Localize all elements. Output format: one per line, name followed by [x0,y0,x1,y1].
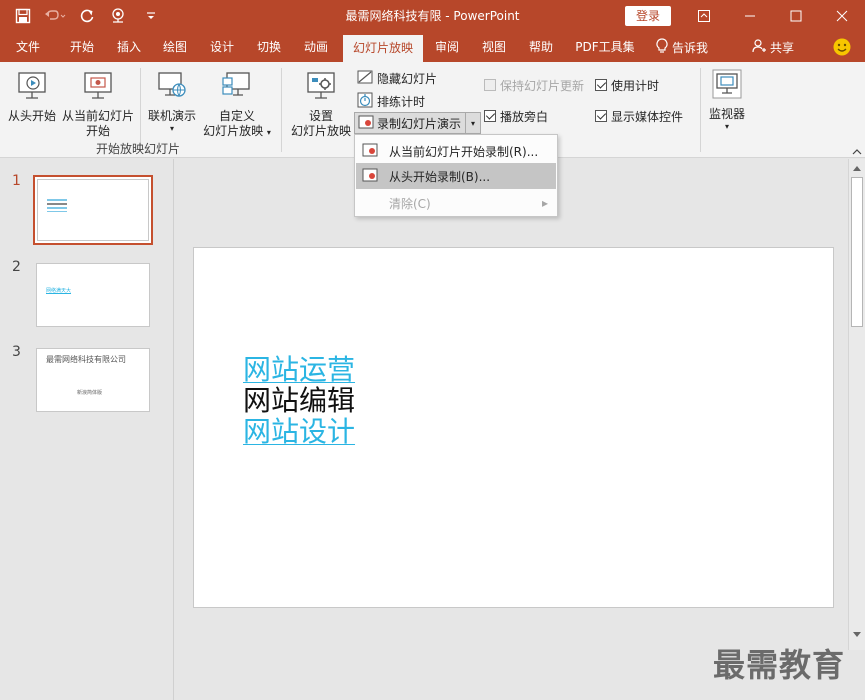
window-controls [681,0,865,32]
login-button[interactable]: 登录 [625,6,671,26]
monitor-icon [704,68,750,104]
tab-home[interactable]: 开始 [60,32,104,62]
custom-slideshow-icon [200,70,274,106]
record-icon [358,115,374,132]
chevron-down-icon: ▾ [169,124,174,133]
tab-view[interactable]: 视图 [472,32,516,62]
record-dropdown-menu: 从当前幻灯片开始录制(R)... 从头开始录制(B)... 清除(C) ▸ [354,134,558,217]
tab-transitions[interactable]: 切换 [247,32,291,62]
online-present-icon [143,70,201,106]
scroll-up-arrow-icon[interactable] [851,162,863,174]
online-present-button[interactable]: 联机演示 ▾ [143,70,201,134]
checkbox-box [595,79,607,91]
collapse-ribbon-icon[interactable] [850,146,864,158]
record-dropdown-arrow[interactable]: ▾ [466,113,480,133]
current-slide-canvas[interactable]: 网站运营 网站编辑 网站设计 [193,247,834,608]
thumb-text-lines [47,199,69,212]
slideshow-current-icon [60,70,136,106]
tab-pdf-tools[interactable]: PDF工具集 [569,32,641,62]
slide-number: 2 [12,259,21,275]
slide-thumbnail-2[interactable]: 网络满天大 [36,263,150,327]
tab-review[interactable]: 审阅 [425,32,469,62]
quick-access-toolbar [10,0,164,32]
customize-toolbar-icon[interactable] [138,3,164,29]
use-timings-checkbox[interactable]: 使用计时 [595,75,659,95]
checkbox-box [484,79,496,91]
record-from-current-item[interactable]: 从当前幻灯片开始录制(R)... [356,138,556,164]
watermark: 最需教育 [713,646,846,684]
chevron-right-icon: ▸ [541,196,548,210]
custom-slide-show-button[interactable]: 自定义 幻灯片放映 ▾ [200,70,274,140]
play-narrations-checkbox[interactable]: 播放旁白 [484,106,548,126]
tab-design[interactable]: 设计 [200,32,244,62]
minimize-icon[interactable] [727,0,773,32]
slide-text-line-2[interactable]: 网站编辑 [243,385,355,416]
close-icon[interactable] [819,0,865,32]
hide-slide-icon [357,70,373,87]
checkbox-box [595,110,607,122]
show-media-controls-checkbox[interactable]: 显示媒体控件 [595,106,683,126]
thumb-title: 最需网络科技有限公司 [46,355,126,364]
checkbox-box [484,110,496,122]
tell-me-label: 告诉我 [672,40,709,55]
ribbon-separator [700,68,701,152]
from-current-slide-button[interactable]: 从当前幻灯片 开始 [60,70,136,139]
setup-slideshow-icon [288,70,354,106]
setup-slide-show-button[interactable]: 设置 幻灯片放映 [288,70,354,139]
title-bar: 最需网络科技有限 - PowerPoint 登录 [0,0,865,32]
tab-slide-show[interactable]: 幻灯片放映 [343,35,423,62]
scrollbar-thumb[interactable] [851,177,863,327]
slide-number: 1 [12,173,21,189]
thumb-subtitle: 新浪简体版 [77,390,103,396]
keep-slides-updated-checkbox[interactable]: 保持幻灯片更新 [484,75,584,95]
chevron-down-icon: ▾ [724,122,729,131]
smiley-feedback-icon[interactable] [833,32,851,62]
hide-slide-button[interactable]: 隐藏幻灯片 [357,68,437,88]
slide-thumbnail-3[interactable]: 最需网络科技有限公司 新浪简体版 [36,348,150,412]
monitor-button[interactable]: 监视器 ▾ [704,68,750,132]
undo-icon[interactable] [42,3,68,29]
slide-text-line-3[interactable]: 网站设计 [243,416,355,447]
tab-draw[interactable]: 绘图 [153,32,197,62]
present-from-start-icon[interactable] [106,3,132,29]
scroll-down-arrow-icon[interactable] [851,629,863,641]
record-icon [362,168,378,185]
record-icon [362,143,378,160]
ribbon-display-options-icon[interactable] [681,0,727,32]
save-icon[interactable] [10,3,36,29]
tab-file[interactable]: 文件 [6,32,50,62]
lightbulb-icon [656,37,668,57]
record-slideshow-button[interactable]: 录制幻灯片演示 [355,113,467,133]
clear-recording-item[interactable]: 清除(C) ▸ [356,190,556,216]
slide-thumbnail-pane: 1 2 网络满天大 3 最需网络科技有限公司 新浪简体版 [0,159,174,700]
vertical-scrollbar[interactable] [848,159,865,650]
group-start-slideshow-label: 开始放映幻灯片 [96,142,181,156]
slide-thumbnail-1[interactable] [33,175,153,245]
record-slideshow-split-button[interactable]: 录制幻灯片演示 ▾ [354,112,482,134]
share-button[interactable]: 共享 [752,32,794,62]
chevron-down-icon: ▾ [471,118,476,128]
chevron-down-icon: ▾ [266,128,271,137]
slideshow-play-icon [6,70,58,106]
person-icon [752,38,766,56]
tab-help[interactable]: 帮助 [519,32,563,62]
tab-animations[interactable]: 动画 [294,32,338,62]
maximize-icon[interactable] [773,0,819,32]
ribbon-tab-bar: 文件 开始 插入 绘图 设计 切换 动画 幻灯片放映 审阅 视图 帮助 PDF工… [0,32,865,62]
tab-insert[interactable]: 插入 [107,32,151,62]
thumb-text: 网络满天大 [46,288,72,294]
redo-icon[interactable] [74,3,100,29]
ribbon-separator [281,68,282,152]
share-label: 共享 [770,40,795,55]
tell-me-search[interactable]: 告诉我 [656,32,708,62]
record-from-beginning-item[interactable]: 从头开始录制(B)... [356,163,556,189]
from-beginning-button[interactable]: 从头开始 [6,70,58,124]
rehearse-timings-button[interactable]: 排练计时 [357,91,425,111]
slide-number: 3 [12,344,21,360]
stopwatch-icon [357,92,373,111]
slide-text-line-1[interactable]: 网站运营 [243,354,355,385]
